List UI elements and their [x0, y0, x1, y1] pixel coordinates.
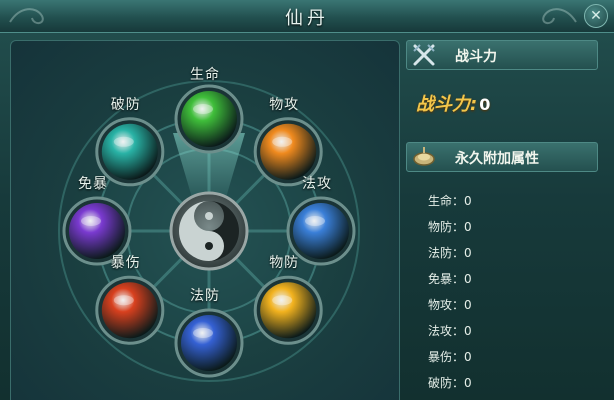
combat-power-header-label: 战斗力 — [455, 49, 497, 65]
title-ornament-right — [542, 8, 577, 24]
combat-power-value: 0 — [479, 95, 491, 114]
attribute-row: 暴伤：0 — [428, 350, 472, 364]
orb-armor-break-label: 破防 — [110, 96, 141, 113]
orb-crit-damage-label: 暴伤 — [110, 255, 141, 272]
attribute-row: 破防：0 — [428, 376, 472, 390]
combat-power-label: 战斗力: — [416, 94, 478, 115]
orb-vitality-label: 生命 — [190, 67, 220, 83]
combat-power-header: 战斗力 — [406, 40, 598, 70]
gong-icon — [413, 147, 435, 166]
crossed-swords-icon — [413, 44, 435, 66]
stats-panel: 战斗力 战斗力: 0 永久附加属性 生命：0 物防：0 法防：0 免暴：0 物攻：… — [406, 40, 602, 400]
orb-physical-attack-label: 物攻 — [269, 96, 300, 113]
alchemy-wheel-panel: 生命物攻法攻物防法防 暴伤 免暴 破防 — [10, 40, 400, 400]
attribute-row: 免暴：0 — [428, 272, 472, 286]
orb-physical-defense[interactable] — [253, 275, 323, 345]
close-button[interactable]: ✕ — [584, 4, 608, 28]
attribute-row: 物防：0 — [428, 220, 472, 234]
attribute-row: 法攻：0 — [428, 324, 472, 338]
orb-crit-damage[interactable] — [95, 275, 165, 345]
orb-magic-defense[interactable] — [174, 308, 244, 378]
orb-magic-defense-label: 法防 — [190, 288, 220, 304]
attribute-row: 物攻：0 — [428, 298, 472, 312]
alchemy-window: 仙丹 ✕ 生命 物攻 法攻 物防 法防 暴伤 免暴 破防 战斗力 战斗力: 0 … — [0, 0, 614, 400]
orb-physical-defense-label: 物防 — [269, 255, 300, 272]
permanent-attributes-header-label: 永久附加属性 — [455, 151, 539, 167]
attribute-row: 法防：0 — [428, 246, 472, 260]
attribute-list: 生命：0 物防：0 法防：0 免暴：0 物攻：0 法攻：0 暴伤：0 破防：0 — [428, 192, 472, 400]
orb-vitality[interactable] — [174, 84, 244, 154]
orb-crit-resist-label: 免暴 — [78, 176, 108, 192]
close-icon: ✕ — [590, 8, 602, 24]
combat-power-display: 战斗力: 0 — [416, 90, 490, 116]
permanent-attributes-header: 永久附加属性 — [406, 142, 598, 172]
orb-magic-attack-label: 法攻 — [302, 176, 332, 192]
taiji-symbol[interactable] — [169, 191, 249, 271]
title-bar: 仙丹 ✕ — [0, 0, 614, 33]
wheel-graphic — [58, 80, 360, 382]
attribute-row: 生命：0 — [428, 194, 472, 208]
